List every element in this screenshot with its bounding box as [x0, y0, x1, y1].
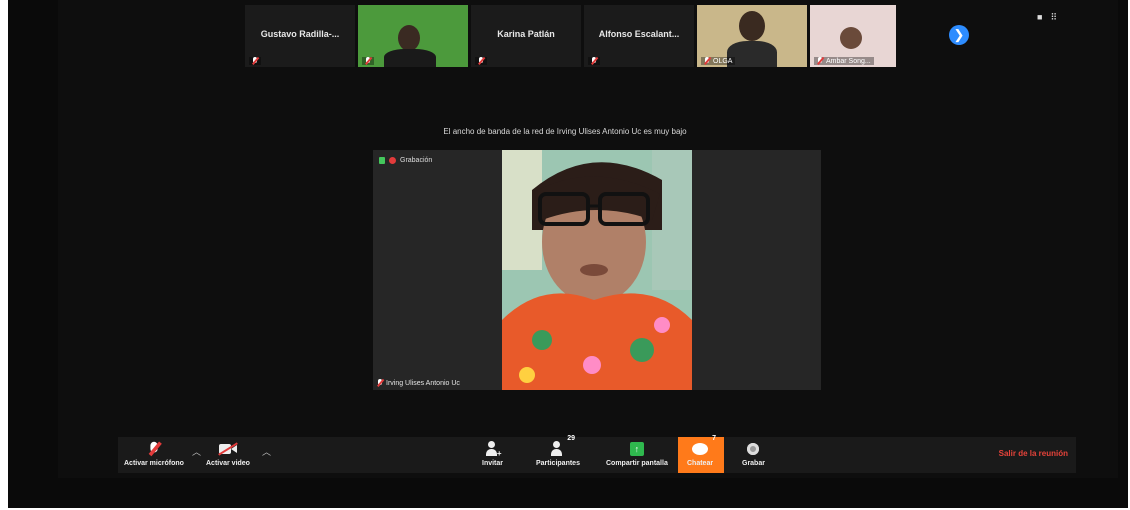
- mic-muted-icon: [704, 57, 710, 65]
- participants-button[interactable]: 29 Participantes: [536, 435, 580, 467]
- video-button[interactable]: Activar video: [206, 440, 250, 467]
- participant-tag: [362, 57, 374, 65]
- bandwidth-notice: El ancho de banda de la red de Irving Ul…: [443, 127, 687, 136]
- participant-tag: [475, 57, 487, 65]
- participant-name: Alfonso Escalant...: [598, 29, 680, 39]
- mic-muted-icon: [149, 441, 160, 456]
- share-screen-icon: ↑: [629, 442, 644, 456]
- gallery-view-icon[interactable]: ⠿: [1050, 12, 1057, 23]
- lock-icon: [379, 157, 385, 164]
- chat-button[interactable]: 7 Chatear: [687, 435, 716, 467]
- speaker-video: [502, 150, 692, 390]
- participants-label: Participantes: [536, 460, 580, 467]
- invite-button[interactable]: + Invitar: [482, 440, 503, 467]
- chat-label: Chatear: [687, 460, 714, 467]
- participant-tile[interactable]: [358, 5, 468, 67]
- speaker-name: Irving Ulises Antonio Uc: [386, 379, 460, 387]
- record-label: Grabar: [742, 460, 765, 467]
- recording-label: Grabación: [400, 157, 433, 164]
- participant-tag: Ambar Song...: [814, 57, 874, 65]
- chat-icon: [692, 443, 709, 455]
- participant-strip: Gustavo Radilla-... Karina Patlán Alfons…: [245, 5, 896, 67]
- speaker-view-icon[interactable]: ■: [1037, 12, 1042, 23]
- speaker-name-tag: Irving Ulises Antonio Uc: [377, 379, 460, 387]
- participant-tag-label: OLGA: [713, 57, 733, 65]
- active-speaker-panel: Grabación Irving Ulises Antonio Uc: [373, 150, 821, 390]
- participant-tile[interactable]: Gustavo Radilla-...: [245, 5, 355, 67]
- participant-tag: [249, 57, 261, 65]
- participant-tile[interactable]: Ambar Song...: [810, 5, 896, 67]
- leave-meeting-button[interactable]: Salir de la reunión: [999, 449, 1068, 458]
- mic-muted-icon: [377, 379, 383, 387]
- meeting-toolbar: Activar micrófono ︿ Activar video ︿ + In…: [118, 435, 1076, 473]
- chat-count: 7: [712, 435, 717, 442]
- participants-count: 29: [567, 435, 575, 442]
- participants-icon: [549, 441, 567, 457]
- video-label: Activar video: [206, 460, 250, 467]
- share-screen-button[interactable]: ↑ Compartir pantalla: [606, 440, 668, 467]
- share-label: Compartir pantalla: [606, 460, 668, 467]
- participant-tag: [588, 57, 600, 65]
- mic-button[interactable]: Activar micrófono: [124, 440, 184, 467]
- invite-label: Invitar: [482, 460, 504, 467]
- record-button[interactable]: Grabar: [742, 440, 765, 467]
- participant-name: Gustavo Radilla-...: [260, 29, 340, 39]
- participant-tag-label: Ambar Song...: [826, 57, 871, 65]
- view-toggle[interactable]: ■ ⠿: [1037, 12, 1057, 23]
- mic-muted-icon: [478, 57, 484, 65]
- video-off-icon: [218, 442, 238, 456]
- mic-label: Activar micrófono: [124, 460, 184, 467]
- invite-icon: +: [484, 441, 502, 458]
- participant-tile[interactable]: OLGA: [697, 5, 807, 67]
- participant-video: [384, 49, 436, 67]
- participant-name: Karina Patlán: [497, 29, 555, 39]
- next-page-icon[interactable]: ❯: [949, 25, 969, 45]
- video-options-caret-icon[interactable]: ︿: [262, 445, 271, 458]
- mic-options-caret-icon[interactable]: ︿: [192, 445, 201, 458]
- speaker-video-image: [502, 150, 692, 390]
- participant-video: [739, 11, 765, 41]
- recording-indicator: Grabación: [379, 157, 432, 164]
- record-icon: [747, 443, 760, 455]
- participant-tile[interactable]: Alfonso Escalant...: [584, 5, 694, 67]
- mic-muted-icon: [365, 57, 371, 65]
- participant-tile[interactable]: Karina Patlán: [471, 5, 581, 67]
- record-dot-icon: [389, 157, 396, 164]
- participant-tag: OLGA: [701, 57, 736, 65]
- participant-video: [840, 27, 862, 49]
- mic-muted-icon: [817, 57, 823, 65]
- participant-video: [398, 25, 420, 51]
- mic-muted-icon: [252, 57, 258, 65]
- mic-muted-icon: [591, 57, 597, 65]
